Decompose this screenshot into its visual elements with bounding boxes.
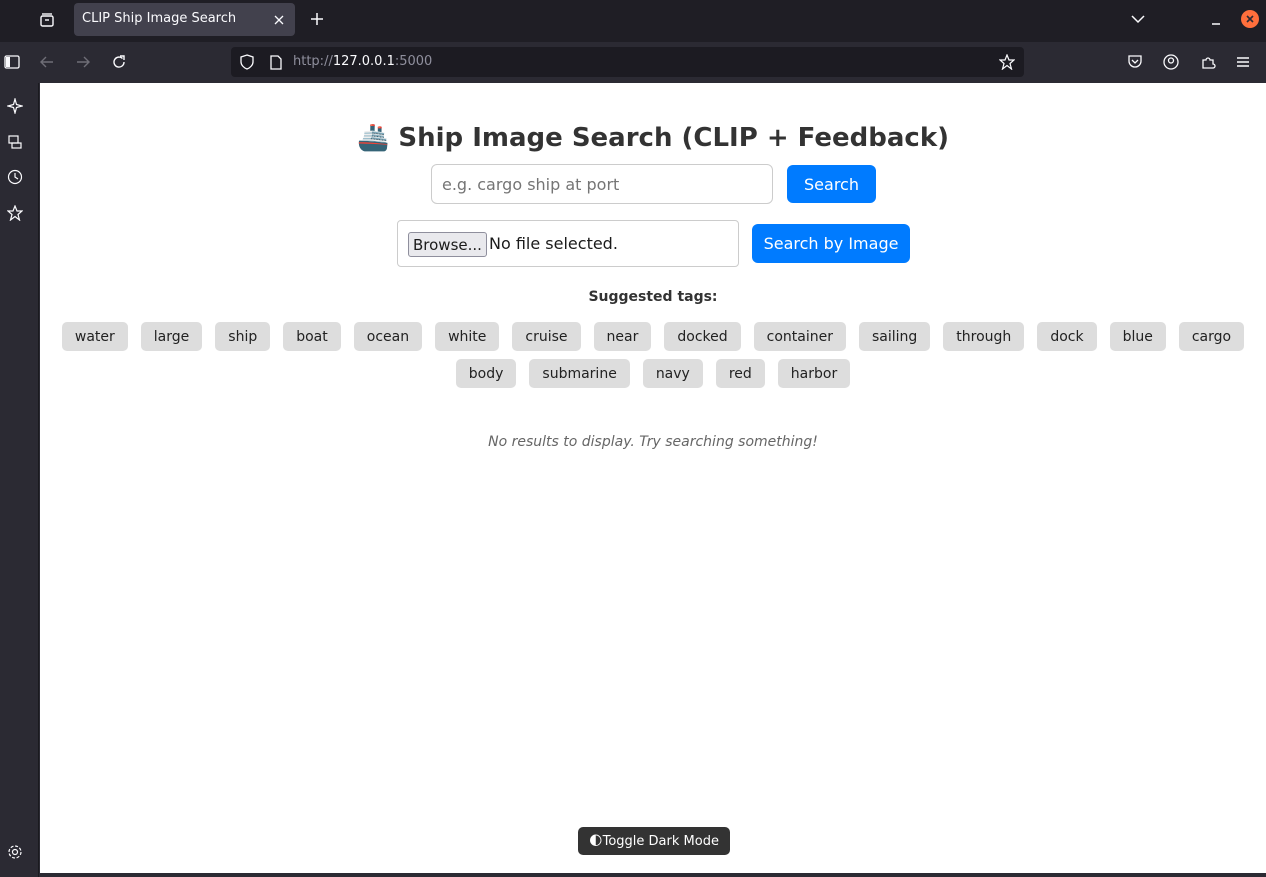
file-status: No file selected. <box>489 234 618 253</box>
page-info-icon[interactable] <box>267 53 285 71</box>
tags-row-2: body submarine navy red harbor <box>40 359 1266 388</box>
file-input: Browse... No file selected. <box>397 220 739 267</box>
synced-tabs-icon[interactable] <box>5 132 25 152</box>
page-title-text: Ship Image Search (CLIP + Feedback) <box>398 123 950 153</box>
tag-near[interactable]: near <box>593 322 652 351</box>
back-arrow-icon[interactable] <box>37 52 57 72</box>
ai-chatbot-sparkle-icon[interactable] <box>5 96 25 116</box>
toggle-dark-mode-button[interactable]: 🌓 Toggle Dark Mode <box>578 827 730 855</box>
tag-ocean[interactable]: ocean <box>353 322 423 351</box>
tag-large[interactable]: large <box>140 322 203 351</box>
tags-row-1: water large ship boat ocean white cruise… <box>40 322 1266 351</box>
search-button[interactable]: Search <box>787 165 876 203</box>
half-moon-icon: 🌓 <box>589 833 603 849</box>
list-tabs-chevron-down-icon[interactable] <box>1128 9 1148 29</box>
tab-overview-icon[interactable] <box>36 9 58 31</box>
pocket-icon[interactable] <box>1125 52 1145 72</box>
tag-boat[interactable]: boat <box>283 322 341 351</box>
extensions-icon[interactable] <box>1198 52 1218 72</box>
bookmarks-star-icon[interactable] <box>5 203 25 223</box>
tag-cruise[interactable]: cruise <box>512 322 581 351</box>
tag-navy[interactable]: navy <box>642 359 703 388</box>
tag-container[interactable]: container <box>753 322 846 351</box>
history-clock-icon[interactable] <box>5 167 25 187</box>
ship-icon: 🚢 <box>356 123 390 153</box>
menu-hamburger-icon[interactable] <box>1233 52 1253 72</box>
url-host: 127.0.0.1 <box>332 54 395 69</box>
tag-blue[interactable]: blue <box>1109 322 1166 351</box>
close-window-icon[interactable] <box>1240 9 1260 29</box>
tag-ship[interactable]: ship <box>215 322 271 351</box>
url-port: :5000 <box>394 54 433 69</box>
url-bar[interactable]: http://127.0.0.1:5000 <box>231 47 1024 77</box>
tag-harbor[interactable]: harbor <box>777 359 851 388</box>
tab-clip-ship-search[interactable]: CLIP Ship Image Search <box>74 3 295 36</box>
settings-gear-icon[interactable] <box>5 842 25 862</box>
account-icon[interactable] <box>1161 52 1181 72</box>
tag-sailing[interactable]: sailing <box>858 322 931 351</box>
url-text: http://127.0.0.1:5000 <box>293 54 432 69</box>
forward-arrow-icon[interactable] <box>73 52 93 72</box>
bottom-edge <box>40 873 1266 877</box>
tag-red[interactable]: red <box>715 359 765 388</box>
browse-button[interactable]: Browse... <box>408 232 487 257</box>
close-tab-icon[interactable] <box>270 11 288 29</box>
tag-body[interactable]: body <box>455 359 517 388</box>
tag-dock[interactable]: dock <box>1037 322 1097 351</box>
tag-water[interactable]: water <box>61 322 128 351</box>
new-tab-icon[interactable] <box>307 9 327 29</box>
reload-icon[interactable] <box>109 52 129 72</box>
page-title: 🚢 Ship Image Search (CLIP + Feedback) <box>40 123 1266 153</box>
tab-bar: CLIP Ship Image Search <box>0 0 1266 42</box>
tag-docked[interactable]: docked <box>664 322 741 351</box>
tag-white[interactable]: white <box>435 322 500 351</box>
tab-title: CLIP Ship Image Search <box>82 11 237 26</box>
tag-cargo[interactable]: cargo <box>1178 322 1245 351</box>
search-input[interactable] <box>431 164 773 204</box>
no-results-message: No results to display. Try searching som… <box>488 434 818 450</box>
suggested-tags-label: Suggested tags: <box>588 289 718 305</box>
minimize-icon[interactable] <box>1206 10 1226 30</box>
shield-icon[interactable] <box>238 53 256 71</box>
tag-submarine[interactable]: submarine <box>529 359 630 388</box>
url-scheme: http:// <box>293 54 333 69</box>
toggle-dark-mode-label: Toggle Dark Mode <box>602 833 719 849</box>
browser-sidebar <box>0 83 39 877</box>
search-by-image-button[interactable]: Search by Image <box>752 224 910 263</box>
bookmark-star-icon[interactable] <box>998 53 1016 71</box>
sidebar-toggle-icon[interactable] <box>2 52 22 72</box>
page-content: 🚢 Ship Image Search (CLIP + Feedback) Se… <box>40 83 1266 873</box>
tag-through[interactable]: through <box>943 322 1025 351</box>
